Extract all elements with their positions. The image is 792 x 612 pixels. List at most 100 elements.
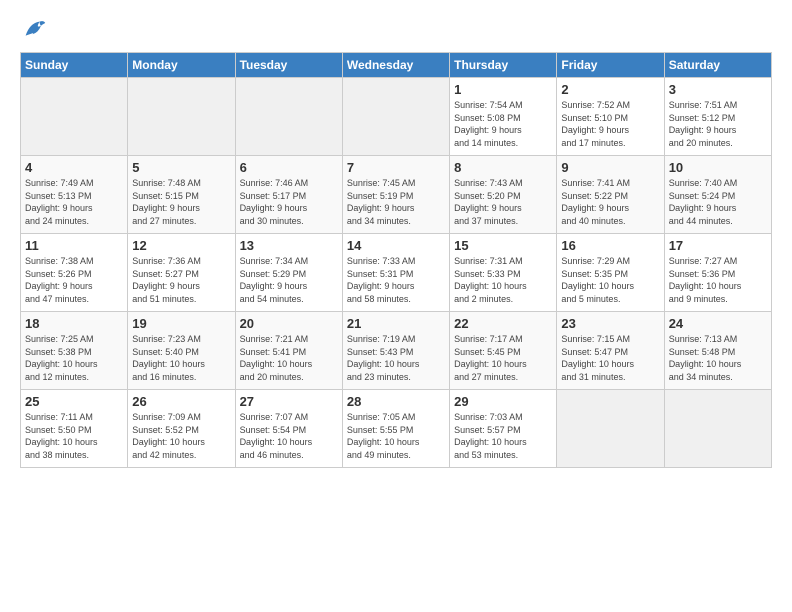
- day-number: 20: [240, 316, 338, 331]
- day-info: Sunrise: 7:31 AM Sunset: 5:33 PM Dayligh…: [454, 255, 552, 305]
- day-cell: 16Sunrise: 7:29 AM Sunset: 5:35 PM Dayli…: [557, 234, 664, 312]
- header: [20, 16, 772, 44]
- day-number: 11: [25, 238, 123, 253]
- day-number: 10: [669, 160, 767, 175]
- day-info: Sunrise: 7:27 AM Sunset: 5:36 PM Dayligh…: [669, 255, 767, 305]
- day-cell: [128, 78, 235, 156]
- day-info: Sunrise: 7:46 AM Sunset: 5:17 PM Dayligh…: [240, 177, 338, 227]
- day-cell: 1 Sunrise: 7:54 AM Sunset: 5:08 PM Daylig…: [450, 78, 557, 156]
- page: SundayMondayTuesdayWednesdayThursdayFrid…: [0, 0, 792, 612]
- day-cell: 25 Sunrise: 7:11 AM Sunset: 5:50 PM Dayli…: [21, 390, 128, 468]
- day-cell: 10 Sunrise: 7:40 AM Sunset: 5:24 PM Dayli…: [664, 156, 771, 234]
- day-cell: [342, 78, 449, 156]
- day-info: Sunrise: 7:25 AM Sunset: 5:38 PM Dayligh…: [25, 333, 123, 383]
- header-row: SundayMondayTuesdayWednesdayThursdayFrid…: [21, 53, 772, 78]
- day-cell: 9 Sunrise: 7:41 AM Sunset: 5:22 PM Daylig…: [557, 156, 664, 234]
- day-cell: [21, 78, 128, 156]
- day-cell: 4 Sunrise: 7:49 AM Sunset: 5:13 PM Daylig…: [21, 156, 128, 234]
- day-number: 27: [240, 394, 338, 409]
- day-info: Sunrise: 7:03 AM Sunset: 5:57 PM Dayligh…: [454, 411, 552, 461]
- day-info: Sunrise: 7:07 AM Sunset: 5:54 PM Dayligh…: [240, 411, 338, 461]
- week-row-2: 4 Sunrise: 7:49 AM Sunset: 5:13 PM Daylig…: [21, 156, 772, 234]
- day-info: Sunrise: 7:49 AM Sunset: 5:13 PM Dayligh…: [25, 177, 123, 227]
- day-cell: 28 Sunrise: 7:05 AM Sunset: 5:55 PM Dayli…: [342, 390, 449, 468]
- day-info: Sunrise: 7:48 AM Sunset: 5:15 PM Dayligh…: [132, 177, 230, 227]
- day-number: 19: [132, 316, 230, 331]
- day-cell: 14 Sunrise: 7:33 AM Sunset: 5:31 PM Dayli…: [342, 234, 449, 312]
- day-cell: 6Sunrise: 7:46 AM Sunset: 5:17 PM Daylig…: [235, 156, 342, 234]
- day-cell: 8Sunrise: 7:43 AM Sunset: 5:20 PM Daylig…: [450, 156, 557, 234]
- day-cell: 15Sunrise: 7:31 AM Sunset: 5:33 PM Dayli…: [450, 234, 557, 312]
- day-info: Sunrise: 7:09 AM Sunset: 5:52 PM Dayligh…: [132, 411, 230, 461]
- day-info: Sunrise: 7:11 AM Sunset: 5:50 PM Dayligh…: [25, 411, 123, 461]
- col-header-monday: Monday: [128, 53, 235, 78]
- day-cell: 18 Sunrise: 7:25 AM Sunset: 5:38 PM Dayli…: [21, 312, 128, 390]
- day-cell: [664, 390, 771, 468]
- logo: [20, 16, 52, 44]
- day-cell: 12Sunrise: 7:36 AM Sunset: 5:27 PM Dayli…: [128, 234, 235, 312]
- day-cell: 19Sunrise: 7:23 AM Sunset: 5:40 PM Dayli…: [128, 312, 235, 390]
- day-cell: 13 Sunrise: 7:34 AM Sunset: 5:29 PM Dayli…: [235, 234, 342, 312]
- day-number: 14: [347, 238, 445, 253]
- day-cell: 23 Sunrise: 7:15 AM Sunset: 5:47 PM Dayli…: [557, 312, 664, 390]
- day-info: Sunrise: 7:52 AM Sunset: 5:10 PM Dayligh…: [561, 99, 659, 149]
- day-info: Sunrise: 7:41 AM Sunset: 5:22 PM Dayligh…: [561, 177, 659, 227]
- day-number: 21: [347, 316, 445, 331]
- week-row-4: 18 Sunrise: 7:25 AM Sunset: 5:38 PM Dayli…: [21, 312, 772, 390]
- day-cell: 22 Sunrise: 7:17 AM Sunset: 5:45 PM Dayli…: [450, 312, 557, 390]
- day-number: 1: [454, 82, 552, 97]
- day-info: Sunrise: 7:15 AM Sunset: 5:47 PM Dayligh…: [561, 333, 659, 383]
- day-number: 7: [347, 160, 445, 175]
- col-header-friday: Friday: [557, 53, 664, 78]
- day-cell: 7 Sunrise: 7:45 AM Sunset: 5:19 PM Daylig…: [342, 156, 449, 234]
- day-cell: 3 Sunrise: 7:51 AM Sunset: 5:12 PM Daylig…: [664, 78, 771, 156]
- day-number: 18: [25, 316, 123, 331]
- day-info: Sunrise: 7:38 AM Sunset: 5:26 PM Dayligh…: [25, 255, 123, 305]
- day-cell: 21Sunrise: 7:19 AM Sunset: 5:43 PM Dayli…: [342, 312, 449, 390]
- col-header-thursday: Thursday: [450, 53, 557, 78]
- day-number: 25: [25, 394, 123, 409]
- logo-bird-icon: [20, 16, 48, 44]
- day-cell: 29 Sunrise: 7:03 AM Sunset: 5:57 PM Dayli…: [450, 390, 557, 468]
- day-number: 13: [240, 238, 338, 253]
- day-cell: 20 Sunrise: 7:21 AM Sunset: 5:41 PM Dayli…: [235, 312, 342, 390]
- col-header-saturday: Saturday: [664, 53, 771, 78]
- day-number: 17: [669, 238, 767, 253]
- day-number: 9: [561, 160, 659, 175]
- day-number: 5: [132, 160, 230, 175]
- day-cell: 24Sunrise: 7:13 AM Sunset: 5:48 PM Dayli…: [664, 312, 771, 390]
- day-number: 8: [454, 160, 552, 175]
- calendar-table: SundayMondayTuesdayWednesdayThursdayFrid…: [20, 52, 772, 468]
- day-info: Sunrise: 7:13 AM Sunset: 5:48 PM Dayligh…: [669, 333, 767, 383]
- day-info: Sunrise: 7:34 AM Sunset: 5:29 PM Dayligh…: [240, 255, 338, 305]
- col-header-tuesday: Tuesday: [235, 53, 342, 78]
- week-row-1: 1 Sunrise: 7:54 AM Sunset: 5:08 PM Daylig…: [21, 78, 772, 156]
- day-info: Sunrise: 7:51 AM Sunset: 5:12 PM Dayligh…: [669, 99, 767, 149]
- day-number: 2: [561, 82, 659, 97]
- day-number: 26: [132, 394, 230, 409]
- day-number: 23: [561, 316, 659, 331]
- day-cell: 11 Sunrise: 7:38 AM Sunset: 5:26 PM Dayli…: [21, 234, 128, 312]
- day-cell: 5 Sunrise: 7:48 AM Sunset: 5:15 PM Daylig…: [128, 156, 235, 234]
- day-number: 3: [669, 82, 767, 97]
- day-number: 4: [25, 160, 123, 175]
- week-row-5: 25 Sunrise: 7:11 AM Sunset: 5:50 PM Dayli…: [21, 390, 772, 468]
- week-row-3: 11 Sunrise: 7:38 AM Sunset: 5:26 PM Dayli…: [21, 234, 772, 312]
- day-number: 22: [454, 316, 552, 331]
- col-header-sunday: Sunday: [21, 53, 128, 78]
- day-info: Sunrise: 7:36 AM Sunset: 5:27 PM Dayligh…: [132, 255, 230, 305]
- day-number: 28: [347, 394, 445, 409]
- day-info: Sunrise: 7:29 AM Sunset: 5:35 PM Dayligh…: [561, 255, 659, 305]
- col-header-wednesday: Wednesday: [342, 53, 449, 78]
- day-info: Sunrise: 7:54 AM Sunset: 5:08 PM Dayligh…: [454, 99, 552, 149]
- day-info: Sunrise: 7:21 AM Sunset: 5:41 PM Dayligh…: [240, 333, 338, 383]
- day-info: Sunrise: 7:40 AM Sunset: 5:24 PM Dayligh…: [669, 177, 767, 227]
- day-cell: 2 Sunrise: 7:52 AM Sunset: 5:10 PM Daylig…: [557, 78, 664, 156]
- day-number: 29: [454, 394, 552, 409]
- day-cell: 17 Sunrise: 7:27 AM Sunset: 5:36 PM Dayli…: [664, 234, 771, 312]
- day-info: Sunrise: 7:17 AM Sunset: 5:45 PM Dayligh…: [454, 333, 552, 383]
- day-info: Sunrise: 7:05 AM Sunset: 5:55 PM Dayligh…: [347, 411, 445, 461]
- day-cell: [557, 390, 664, 468]
- day-info: Sunrise: 7:33 AM Sunset: 5:31 PM Dayligh…: [347, 255, 445, 305]
- day-info: Sunrise: 7:45 AM Sunset: 5:19 PM Dayligh…: [347, 177, 445, 227]
